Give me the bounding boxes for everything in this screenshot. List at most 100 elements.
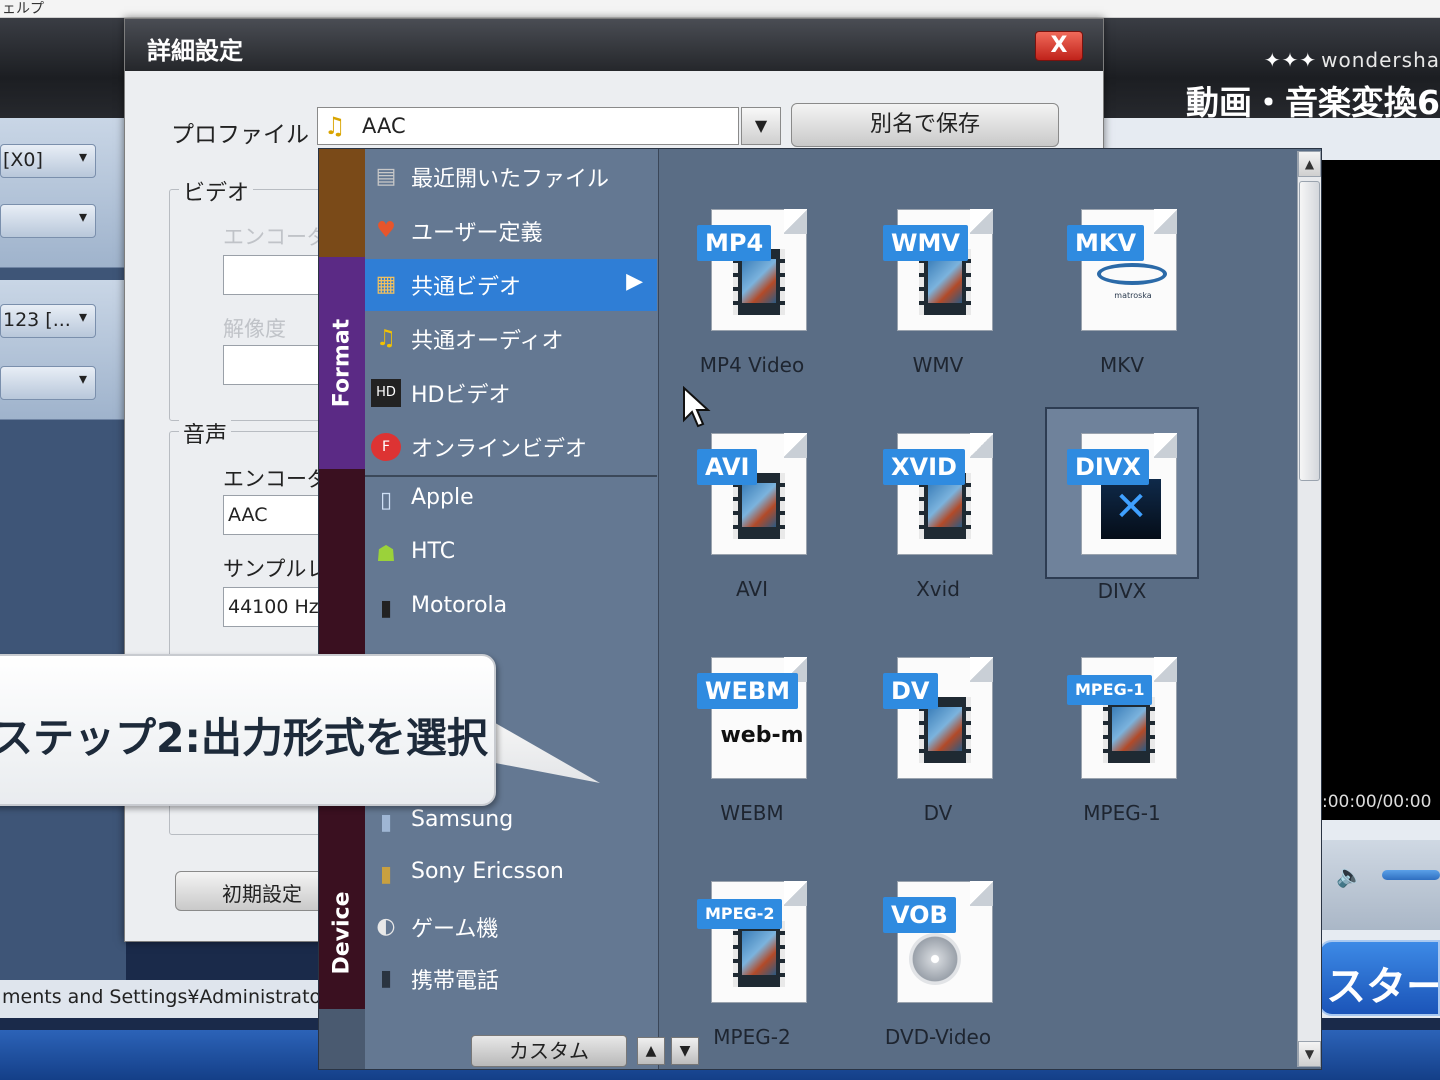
category-common-video[interactable]: ▦ 共通ビデオ ▶ [365,259,657,311]
file-setting-field[interactable]: ▾ [0,366,96,400]
file-list-panel: [X0] ▾ ▾ 123 [... ▾ ▾ [0,118,126,1018]
tab-format[interactable]: Format [319,257,365,469]
file-fold [1154,657,1177,682]
folder-icon: ▤ [375,164,397,189]
dropdown-arrow-icon: ▾ [78,307,87,326]
format-item-dv[interactable]: DV DV [863,647,1013,847]
file-setting-field[interactable]: [X0] ▾ [0,144,96,178]
file-fold [970,209,993,234]
format-label: WMV [912,353,964,377]
category-sony-ericsson[interactable]: ▮ Sony Ericsson [365,849,657,901]
chevron-up-icon: ▲ [645,1043,657,1059]
output-path: ments and Settings¥Administrator [0,980,330,1018]
category-apple[interactable]: ▯ Apple [365,475,657,527]
app-title: 動画・音楽変換6 [1186,83,1440,122]
category-recent-files[interactable]: ▤ 最近開いたファイル [365,151,657,203]
format-item-divx[interactable]: ✕ DIVX DIVX [1045,407,1199,603]
phone-icon: ▮ [379,810,393,835]
profile-value: AAC [362,114,406,138]
format-scrollbar[interactable]: ▲ ▼ [1297,151,1321,1067]
dialog-titlebar: 詳細設定 X [125,19,1103,71]
format-badge: MKV [1067,225,1145,261]
file-fold [970,881,993,906]
category-online-video[interactable]: F オンラインビデオ [365,421,657,473]
format-label: MPEG-1 [1083,801,1161,825]
format-grid: MP4 MP4 Video WMV WMV matroska MKV MKV A… [661,149,1297,1069]
profile-dropdown-button[interactable]: ▼ [741,107,781,145]
menu-bar: ェルプ [0,0,1440,18]
file-row[interactable] [0,118,126,268]
scrollbar-thumb[interactable] [1299,181,1320,481]
format-badge: XVID [883,449,965,485]
format-badge: WMV [883,225,968,261]
category-common-audio[interactable]: ♫ 共通オーディオ [365,313,657,365]
format-label: WEBM [720,801,784,825]
speaker-icon[interactable]: 🔈 [1336,864,1363,889]
disc-icon [909,933,961,985]
file-fold [1154,433,1177,458]
brand-logo: ✦✦✦ wondersha [1263,48,1440,72]
category-htc[interactable]: ☗ HTC [365,529,657,581]
help-menu[interactable]: ェルプ [2,0,44,18]
file-fold [970,433,993,458]
chevron-down-icon: ▼ [754,116,768,135]
chevron-down-icon: ▼ [1304,1047,1315,1061]
tab-strip: Format Device [319,149,365,1069]
format-item-mp4[interactable]: MP4 MP4 Video [677,199,827,399]
close-button[interactable]: X [1035,31,1083,61]
heart-icon: ♥ [376,218,396,243]
webm-logo-text: web-m [720,723,804,748]
format-item-mpeg1[interactable]: MPEG-1 MPEG-1 [1047,647,1197,847]
dropdown-arrow-icon: ▾ [78,207,87,226]
format-badge: MPEG-1 [1067,675,1153,705]
category-mobile-phone[interactable]: ▮ 携帯電話 [365,953,657,1005]
dialog-title: 詳細設定 [147,37,243,65]
format-badge: AVI [697,449,758,485]
category-hd-video[interactable]: HD HDビデオ [365,367,657,419]
format-item-avi[interactable]: AVI AVI [677,423,827,623]
file-fold [784,433,807,458]
chevron-up-icon: ▲ [1304,157,1315,171]
tab-format-accent [319,149,365,257]
dropdown-arrow-icon: ▾ [78,369,87,388]
profile-select[interactable]: ♫ AAC [317,107,739,145]
format-label: DV [923,801,953,825]
matroska-logo-text: matroska [1114,291,1152,300]
file-fold [784,881,807,906]
format-item-wmv[interactable]: WMV WMV [863,199,1013,399]
file-setting-field[interactable]: 123 [... ▾ [0,304,96,338]
phone-icon: ▮ [379,862,393,887]
format-label: DIVX [1097,579,1147,603]
format-badge: MP4 [697,225,772,261]
scrollbar-down-button[interactable]: ▼ [1298,1041,1321,1067]
file-fold [970,657,993,682]
profile-label: プロファイル [171,122,309,148]
start-button[interactable]: スタート [1318,940,1440,1016]
format-item-mpeg2[interactable]: MPEG-2 MPEG-2 [677,871,827,1069]
mobile-icon: ▮ [379,966,393,991]
brand: ✦✦✦ wondersha 動画・音楽変換6 [1180,48,1440,124]
android-icon: ☗ [376,542,396,567]
custom-button[interactable]: カスタム [471,1035,627,1067]
sample-rate-label: サンプルレ [223,557,328,581]
category-user-defined[interactable]: ♥ ユーザー定義 [365,205,657,257]
category-motorola[interactable]: ▮ Motorola [365,583,657,635]
format-item-mkv[interactable]: matroska MKV MKV [1047,199,1197,399]
divx-logo-icon: ✕ [1101,479,1161,539]
mouse-cursor-icon [683,386,711,428]
format-item-webm[interactable]: web-m WEBM WEBM [677,647,827,847]
scrollbar-up-button[interactable]: ▲ [1298,151,1321,177]
audio-encoder-label: エンコーダ [223,467,328,491]
format-item-xvid[interactable]: XVID Xvid [863,423,1013,623]
timecode: :00:00/00:00 [1322,792,1432,812]
online-icon: F [371,433,401,461]
video-preview [1320,160,1440,820]
file-fold [784,209,807,234]
format-item-vob[interactable]: VOB DVD-Video [863,871,1013,1069]
save-as-button[interactable]: 別名で保存 [791,103,1059,147]
file-setting-field[interactable]: ▾ [0,204,96,238]
category-game-console[interactable]: ◐ ゲーム機 [365,901,657,953]
category-list: ▤ 最近開いたファイル ♥ ユーザー定義 ▦ 共通ビデオ ▶ ♫ 共通オーディオ HD HD… [365,149,699,1069]
resolution-label: 解像度 [223,317,286,341]
volume-slider[interactable] [1382,870,1440,880]
